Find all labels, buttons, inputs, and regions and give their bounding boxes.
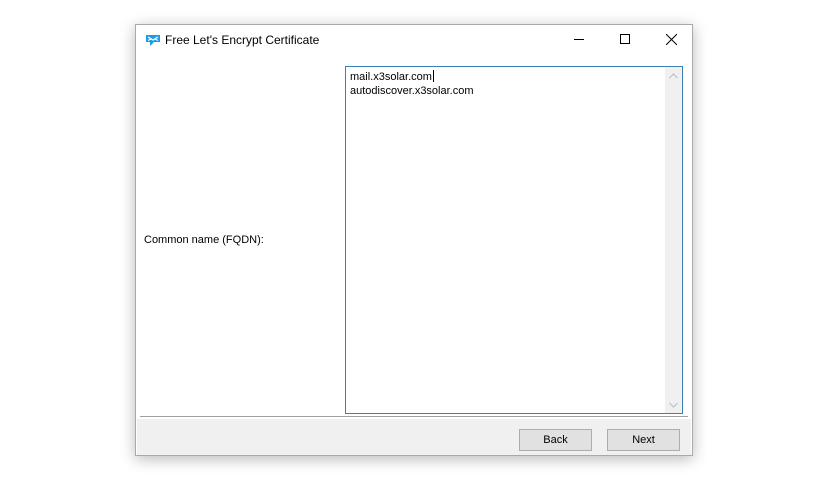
- button-bar: Back Next: [137, 419, 691, 455]
- vertical-scrollbar[interactable]: [665, 67, 682, 413]
- minimize-button[interactable]: [556, 25, 602, 56]
- common-name-label: Common name (FQDN):: [144, 234, 264, 246]
- close-icon: [665, 33, 677, 48]
- text-caret: [432, 70, 434, 82]
- textarea-content[interactable]: mail.x3solar.com autodiscover.x3solar.co…: [350, 70, 474, 98]
- dialog-content: Common name (FQDN): mail.x3solar.com aut…: [137, 57, 691, 420]
- minimize-icon: [574, 34, 584, 47]
- textarea-line: mail.x3solar.com: [350, 70, 434, 83]
- dialog-window: Free Let's Encrypt Certificate Common na…: [135, 24, 693, 456]
- maximize-button[interactable]: [602, 25, 648, 56]
- title-bar[interactable]: Free Let's Encrypt Certificate: [136, 25, 692, 56]
- common-name-textarea[interactable]: mail.x3solar.com autodiscover.x3solar.co…: [345, 66, 683, 414]
- maximize-icon: [620, 34, 630, 47]
- chevron-up-icon: [669, 70, 678, 82]
- chevron-down-icon: [669, 399, 678, 411]
- window-title: Free Let's Encrypt Certificate: [165, 33, 320, 47]
- next-button[interactable]: Next: [607, 429, 680, 451]
- divider-highlight: [140, 417, 688, 418]
- close-button[interactable]: [648, 25, 694, 56]
- scroll-down-button[interactable]: [665, 396, 682, 413]
- textarea-line: autodiscover.x3solar.com: [350, 84, 474, 97]
- scroll-up-button[interactable]: [665, 67, 682, 84]
- back-button[interactable]: Back: [519, 429, 592, 451]
- app-cert-icon: [145, 32, 161, 48]
